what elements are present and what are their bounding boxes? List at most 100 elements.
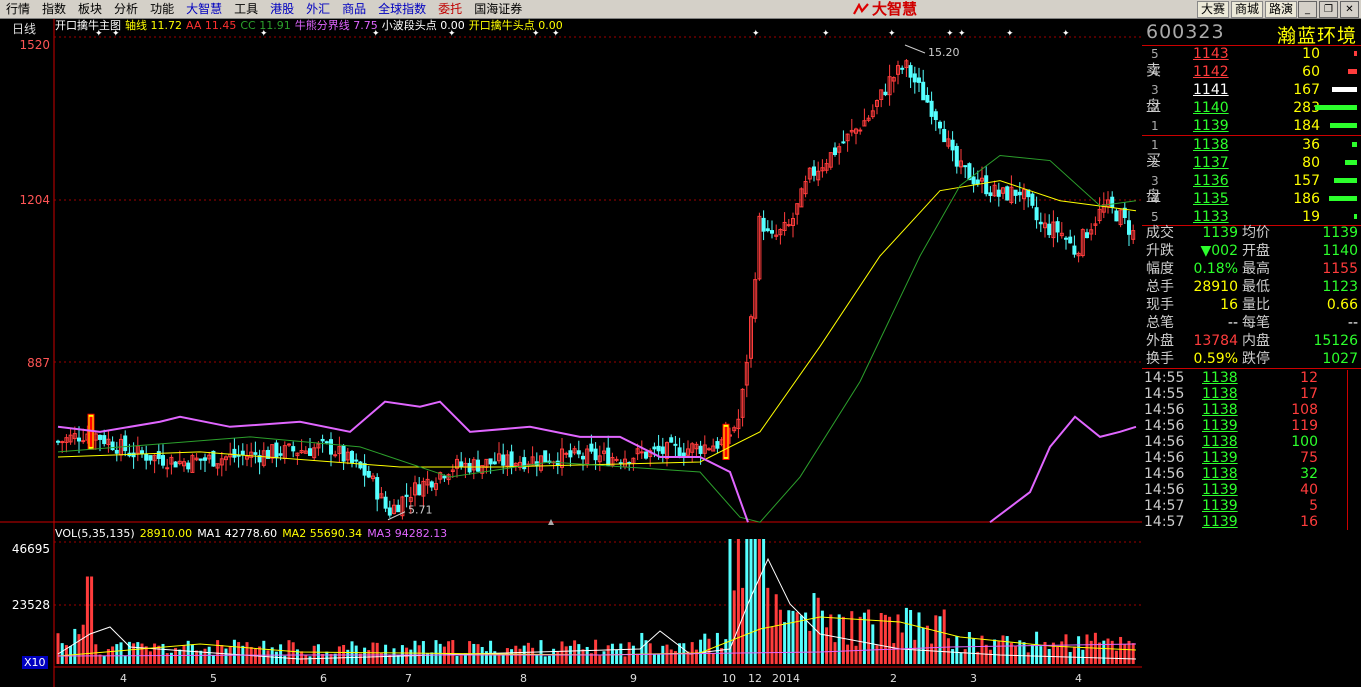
volume-bar bbox=[451, 640, 455, 664]
volume-bar bbox=[190, 644, 194, 664]
candle-body bbox=[1055, 221, 1060, 233]
candle-body bbox=[1005, 186, 1010, 201]
menu-item[interactable]: 行情 bbox=[0, 0, 36, 18]
candle-body bbox=[589, 443, 594, 452]
x-tick-label: 10 bbox=[722, 672, 736, 685]
menu-item[interactable]: 委托 bbox=[432, 0, 468, 18]
high-label: 15.20 bbox=[928, 46, 960, 59]
volume-tick-label: 23528 bbox=[11, 598, 50, 612]
volume-bar bbox=[778, 609, 782, 664]
close-icon[interactable]: ✕ bbox=[1340, 1, 1359, 18]
kline-chart[interactable]: 15.205.71✦ ✦ ✦ ✦ ✦ ✦ ✦ ✦ ✦ ✦ ✦ ✦ ✦ ✦ bbox=[0, 19, 1142, 687]
volume-bar bbox=[791, 610, 795, 664]
menu-item[interactable]: 分析 bbox=[108, 0, 144, 18]
menu-item[interactable]: 全球指数 bbox=[372, 0, 432, 18]
ask-row[interactable]: 3 1141 167 bbox=[1142, 81, 1361, 99]
volume-bar bbox=[505, 648, 509, 664]
candle-body bbox=[308, 448, 312, 456]
window-controls: _ ❐ ✕ bbox=[1298, 1, 1359, 18]
menu-item[interactable]: 国海证券 bbox=[468, 0, 528, 18]
top-link[interactable]: 路演 bbox=[1264, 1, 1297, 18]
volume-bar bbox=[526, 642, 530, 664]
volume-bar bbox=[581, 649, 585, 664]
order-price: 1140 bbox=[1193, 100, 1229, 116]
menu-item[interactable]: 工具 bbox=[228, 0, 264, 18]
tick-time: 14:56 bbox=[1144, 466, 1185, 482]
order-volume: 36 bbox=[1302, 137, 1320, 153]
order-price: 1138 bbox=[1193, 137, 1229, 153]
volume-bar bbox=[132, 643, 136, 664]
y-tick-label: 1520 bbox=[19, 38, 50, 52]
candle-body bbox=[144, 453, 149, 461]
top-link[interactable]: 大赛 bbox=[1196, 1, 1229, 18]
volume-bar bbox=[610, 643, 614, 664]
volume-bar bbox=[959, 652, 963, 664]
candle-body bbox=[274, 442, 279, 459]
candle-body bbox=[81, 440, 86, 443]
candle-body bbox=[644, 451, 648, 459]
x-tick-label: 12 bbox=[748, 672, 762, 685]
volume-bar bbox=[81, 624, 85, 664]
candle-body bbox=[996, 189, 1001, 197]
minimize-icon[interactable]: _ bbox=[1298, 1, 1317, 18]
period-label[interactable]: 日线 bbox=[12, 20, 36, 37]
ask-row[interactable]: 4 1142 60 bbox=[1142, 63, 1361, 81]
volume-bar bbox=[287, 640, 291, 664]
volume-bar bbox=[531, 647, 535, 664]
candle-body bbox=[278, 453, 283, 456]
tick-volume: 12 bbox=[1300, 370, 1318, 386]
tick-volume: 119 bbox=[1291, 418, 1318, 434]
restore-icon[interactable]: ❐ bbox=[1319, 1, 1338, 18]
menu-item[interactable]: 板块 bbox=[72, 0, 108, 18]
tick-volume: 108 bbox=[1291, 402, 1318, 418]
ask-row[interactable]: 5 1143 10 bbox=[1142, 45, 1361, 63]
volume-bar bbox=[892, 643, 896, 664]
ask-row[interactable]: 1 1139 184 bbox=[1142, 117, 1361, 135]
ask-row[interactable]: 2 1140 283 bbox=[1142, 99, 1361, 117]
volume-bar bbox=[934, 615, 938, 664]
menu-item[interactable]: 功能 bbox=[144, 0, 180, 18]
top-link[interactable]: 商城 bbox=[1230, 1, 1263, 18]
volume-bar bbox=[220, 645, 224, 664]
volume-bar bbox=[195, 650, 199, 664]
candle-body bbox=[329, 439, 333, 455]
bid-row[interactable]: 3 1136 157 bbox=[1142, 172, 1361, 190]
menu-item[interactable]: 商品 bbox=[336, 0, 372, 18]
menu-item[interactable]: 大智慧 bbox=[180, 0, 228, 18]
candle-body bbox=[509, 451, 514, 468]
volume-bar bbox=[123, 655, 127, 664]
bid-row[interactable]: 4 1135 186 bbox=[1142, 190, 1361, 208]
stock-name[interactable]: 瀚蓝环境 bbox=[1277, 21, 1357, 48]
volume-bar bbox=[165, 653, 169, 664]
candle-body bbox=[656, 445, 661, 452]
volume-bar bbox=[623, 656, 627, 664]
candle-body bbox=[203, 457, 207, 461]
candle-body bbox=[975, 179, 980, 184]
stat-label: 最低 bbox=[1242, 279, 1270, 295]
volume-bar bbox=[384, 644, 388, 664]
bid-row[interactable]: 2 1137 80 bbox=[1142, 154, 1361, 172]
menu-item[interactable]: 港股 bbox=[264, 0, 300, 18]
candle-body bbox=[396, 504, 401, 513]
stat-value: 1123 bbox=[1322, 279, 1358, 295]
tick-price: 1139 bbox=[1202, 450, 1238, 466]
stock-header: 600323 瀚蓝环境 bbox=[1142, 19, 1361, 48]
volume-bar bbox=[308, 656, 312, 664]
menu-item[interactable]: 外汇 bbox=[300, 0, 336, 18]
volume-bar bbox=[489, 640, 493, 664]
bid-row[interactable]: 1 1138 36 bbox=[1142, 136, 1361, 154]
volume-bar bbox=[825, 627, 829, 664]
candle-body bbox=[522, 457, 527, 470]
volume-bar bbox=[829, 614, 833, 664]
stock-code[interactable]: 600323 bbox=[1146, 21, 1225, 43]
candle-body bbox=[652, 446, 657, 450]
volume-bar bbox=[904, 607, 908, 664]
volume-bar bbox=[434, 640, 438, 664]
menu-item[interactable]: 指数 bbox=[36, 0, 72, 18]
order-level: 1 bbox=[1151, 119, 1159, 133]
stat-label: 换手 bbox=[1146, 351, 1174, 367]
tick-scrollbar[interactable] bbox=[1347, 370, 1358, 530]
candle-body bbox=[501, 454, 506, 466]
volume-bar bbox=[745, 539, 749, 664]
tick-price: 1138 bbox=[1202, 466, 1238, 482]
